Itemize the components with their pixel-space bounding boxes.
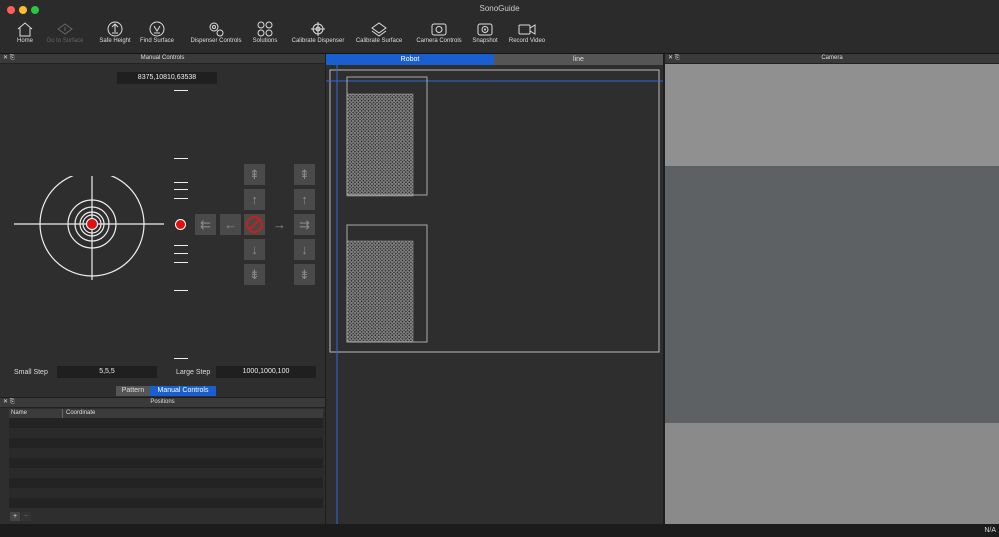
camera-header: ✕ ⎘ Camera <box>665 54 999 64</box>
solutions-icon <box>257 21 273 37</box>
z-small-down-button[interactable]: ↓ <box>294 239 315 260</box>
record-video-button[interactable]: Record Video <box>507 21 547 53</box>
home-icon <box>17 22 33 37</box>
stop-button[interactable] <box>244 214 265 235</box>
z-scale-tick <box>174 358 188 359</box>
z-scale-tick <box>174 253 188 254</box>
video-camera-icon <box>518 24 536 35</box>
surface-icon <box>57 23 73 35</box>
camera-panel: ✕ ⎘ Camera <box>665 54 999 524</box>
small-step-label: Small Step <box>14 369 48 376</box>
z-scale-tick <box>174 90 188 91</box>
calibrate-surface-button[interactable]: Calibrate Surface <box>354 21 404 53</box>
manual-controls-header: ✕ ⎘ Manual Controls <box>0 54 325 64</box>
xy-position-target[interactable] <box>14 176 164 280</box>
well-plate-2 <box>346 240 414 343</box>
go-to-surface-button[interactable]: Go to Surface <box>42 21 88 53</box>
dock-controls[interactable]: ✕ ⎘ <box>3 398 15 407</box>
find-surface-icon <box>149 21 165 37</box>
z-scale-tick <box>174 182 188 183</box>
remove-position-button[interactable]: − <box>21 512 31 521</box>
manual-controls-title: Manual Controls <box>140 55 185 61</box>
table-row[interactable] <box>9 428 323 438</box>
tab-line[interactable]: line <box>494 54 663 65</box>
current-coordinate-display: 8375,10810,63538 <box>117 72 217 84</box>
dispenser-controls-button[interactable]: Dispenser Controls <box>189 21 243 53</box>
large-step-input[interactable]: 1000,1000,100 <box>216 366 316 378</box>
large-step-label: Large Step <box>176 369 211 376</box>
title-bar: SonoGuide <box>0 0 999 21</box>
tab-manual-controls[interactable]: Manual Controls <box>150 386 216 396</box>
z-scale-tick <box>174 245 188 246</box>
camera-live-image <box>665 166 999 423</box>
z-small-up-button[interactable]: ↑ <box>294 189 315 210</box>
z-scale-tick <box>174 158 188 159</box>
positions-table-header: Name Coordinate <box>9 409 323 418</box>
table-row[interactable] <box>9 488 323 498</box>
dock-controls[interactable]: ✕ ⎘ <box>668 54 680 63</box>
safe-height-button[interactable]: Safe Height <box>96 21 134 53</box>
camera-frame-bottom <box>665 423 999 524</box>
tab-pattern[interactable]: Pattern <box>116 386 150 396</box>
xy-position-marker <box>86 218 98 230</box>
home-button[interactable]: Home <box>14 21 36 53</box>
camera-title: Camera <box>821 55 843 61</box>
table-row[interactable] <box>9 448 323 458</box>
y-large-down-button[interactable]: ⇟ <box>244 264 265 285</box>
find-surface-button[interactable]: Find Surface <box>139 21 175 53</box>
camera-icon <box>431 23 447 36</box>
z-scale-tick <box>174 198 188 199</box>
safe-height-icon <box>107 21 123 37</box>
toolbar: Home Go to Surface Safe Height Find Surf… <box>0 20 999 54</box>
x-large-left-button[interactable]: ⇇ <box>195 214 216 235</box>
x-small-left-button[interactable]: ← <box>220 214 241 235</box>
col-coordinate[interactable]: Coordinate <box>62 409 95 418</box>
z-large-up-button[interactable]: ⇞ <box>294 164 315 185</box>
status-bar <box>0 524 999 537</box>
status-text: N/A <box>984 527 996 534</box>
gears-icon <box>209 22 224 37</box>
z-scale-tick <box>174 262 188 263</box>
crosshair-icon <box>311 22 325 36</box>
small-step-input[interactable]: 5,5,5 <box>57 366 157 378</box>
y-large-up-button[interactable]: ⇞ <box>244 164 265 185</box>
col-name[interactable]: Name <box>11 409 27 418</box>
calibrate-dispenser-button[interactable]: Calibrate Dispenser <box>291 21 345 53</box>
well-plate-1 <box>346 93 414 197</box>
z-large-down-button[interactable]: ⇟ <box>294 264 315 285</box>
add-position-button[interactable]: + <box>10 512 20 521</box>
y-small-up-button[interactable]: ↑ <box>244 189 265 210</box>
snapshot-button[interactable]: Snapshot <box>470 21 500 53</box>
camera-frame-top <box>665 64 999 166</box>
layers-icon <box>371 22 387 37</box>
y-small-down-button[interactable]: ↓ <box>244 239 265 260</box>
snapshot-icon <box>477 23 493 36</box>
positions-header: ✕ ⎘ Positions <box>0 398 325 408</box>
table-row[interactable] <box>9 438 323 448</box>
stop-icon <box>246 216 263 233</box>
robot-workspace-view[interactable] <box>326 65 663 524</box>
x-large-right-button[interactable]: ⇉ <box>294 214 315 235</box>
positions-title: Positions <box>150 399 175 405</box>
dock-controls[interactable]: ✕ ⎘ <box>3 54 15 63</box>
table-row[interactable] <box>9 498 323 508</box>
table-row[interactable] <box>9 418 323 428</box>
table-row[interactable] <box>9 468 323 478</box>
tab-robot[interactable]: Robot <box>326 54 494 65</box>
window-title: SonoGuide <box>479 4 520 13</box>
z-position-marker[interactable] <box>175 219 186 230</box>
camera-controls-button[interactable]: Camera Controls <box>414 21 464 53</box>
z-scale-tick <box>174 290 188 291</box>
x-small-right-button[interactable]: → <box>269 214 290 235</box>
table-row[interactable] <box>9 478 323 488</box>
z-scale-tick <box>174 189 188 190</box>
solutions-button[interactable]: Solutions <box>250 21 280 53</box>
table-row[interactable] <box>9 458 323 468</box>
